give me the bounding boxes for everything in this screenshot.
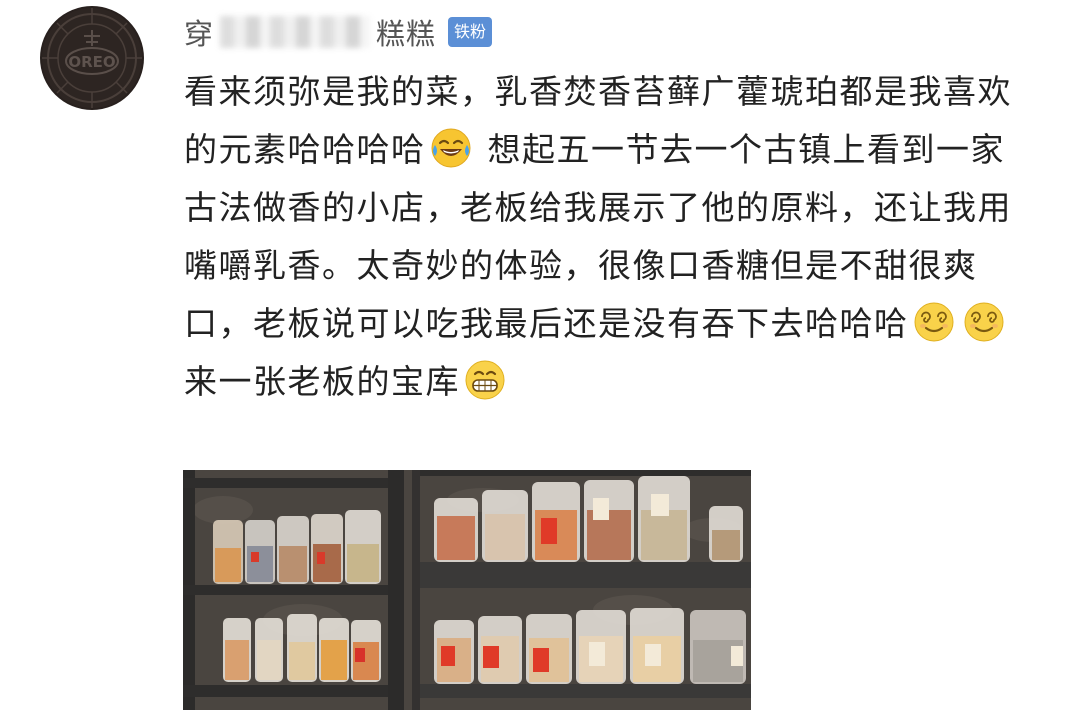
post-text: 看来须弥是我的菜，乳香焚香苔藓广藿琥珀都是我喜欢的元素哈哈哈哈 想起五一节去一个…	[184, 63, 1034, 411]
attached-photo[interactable]	[183, 470, 751, 710]
username[interactable]: 穿 糕糕	[184, 11, 436, 53]
oreo-logo-text: OREO	[68, 53, 115, 71]
oreo-cookie-avatar-icon: OREO	[42, 8, 142, 108]
username-prefix: 穿	[184, 17, 215, 51]
post-text-part-3: 来一张老板的宝库	[184, 362, 460, 401]
fan-badge: 铁粉	[448, 17, 493, 47]
weibo-post: OREO 穿 糕糕 铁粉 看来须弥是我的菜，乳香焚香苔藓广藿琥珀都是我喜欢的元素…	[0, 0, 1080, 710]
tears-of-joy-emoji	[430, 127, 472, 169]
username-redacted-blur	[220, 16, 371, 48]
avatar[interactable]: OREO	[40, 6, 144, 110]
dizzy-smile-emoji	[963, 301, 1005, 343]
post-header: 穿 糕糕 铁粉	[184, 11, 493, 53]
shelf-of-jars-illustration	[183, 470, 751, 710]
username-suffix: 糕糕	[376, 17, 437, 51]
dizzy-smile-emoji	[913, 301, 955, 343]
grin-emoji	[464, 359, 506, 401]
